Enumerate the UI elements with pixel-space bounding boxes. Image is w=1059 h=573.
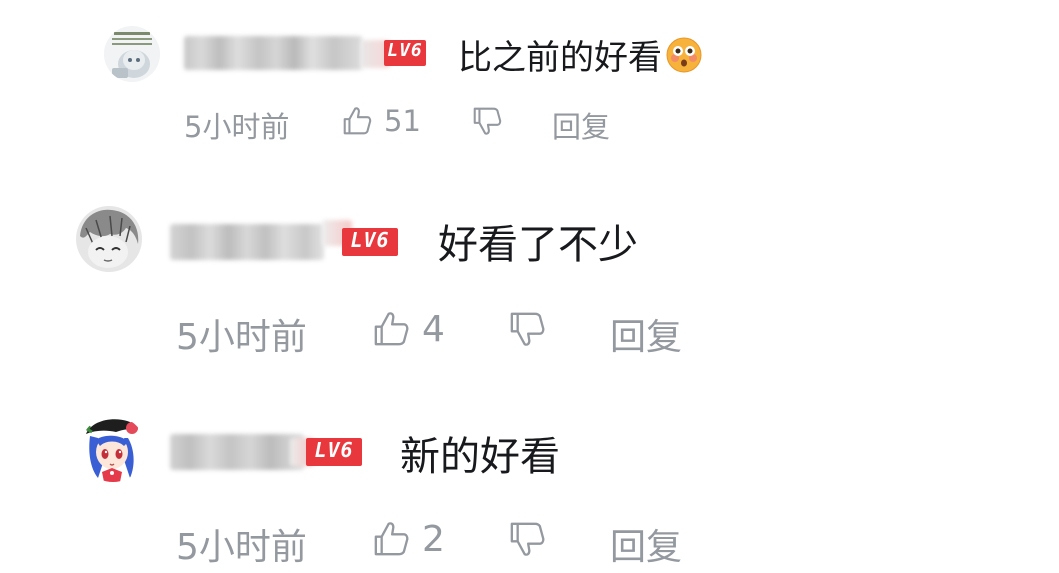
like-count: 4 [422, 308, 445, 350]
thumbs-up-icon [343, 107, 372, 135]
timestamp: 5小时前 [176, 317, 307, 358]
like-count: 2 [422, 518, 445, 560]
username-blurred[interactable] [184, 36, 362, 70]
username-blurred[interactable] [170, 224, 324, 260]
thumbs-down-icon [510, 312, 545, 346]
reply-button[interactable]: 回复 [552, 104, 610, 146]
like-button[interactable]: 4 [370, 308, 445, 350]
thumbs-down-icon [473, 107, 502, 135]
like-button[interactable]: 2 [370, 518, 445, 560]
level-badge: LV6 [306, 438, 362, 466]
comment-text: 比之前的好看 [458, 30, 702, 82]
timestamp: 5小时前 [176, 527, 307, 568]
avatar[interactable] [80, 416, 146, 482]
avatar[interactable] [76, 206, 142, 272]
avatar-image [104, 26, 160, 82]
flushed-face-icon [666, 37, 702, 82]
reply-button[interactable]: 回复 [610, 518, 682, 570]
comment-text: 新的好看 [400, 424, 560, 482]
comment-body: 比之前的好看 [458, 38, 662, 78]
like-button[interactable]: 51 [340, 104, 421, 138]
dislike-button[interactable] [506, 518, 548, 560]
thumbs-up-icon [374, 312, 409, 346]
comment-body: 好看了不少 [438, 222, 638, 268]
reply-button[interactable]: 回复 [610, 308, 682, 360]
dislike-button[interactable] [506, 308, 548, 350]
avatar[interactable] [104, 26, 160, 82]
level-badge: LV6 [342, 228, 398, 256]
avatar-image [80, 416, 146, 482]
thumbs-up-icon [374, 522, 409, 556]
level-badge: LV6 [384, 40, 426, 66]
username-blurred[interactable] [170, 434, 304, 470]
comment-body: 新的好看 [400, 434, 560, 480]
thumbs-down-icon [510, 522, 545, 556]
dislike-button[interactable] [470, 104, 504, 138]
timestamp: 5小时前 [184, 110, 290, 144]
like-count: 51 [384, 104, 421, 138]
comment-text: 好看了不少 [438, 212, 638, 270]
avatar-image [76, 206, 142, 272]
